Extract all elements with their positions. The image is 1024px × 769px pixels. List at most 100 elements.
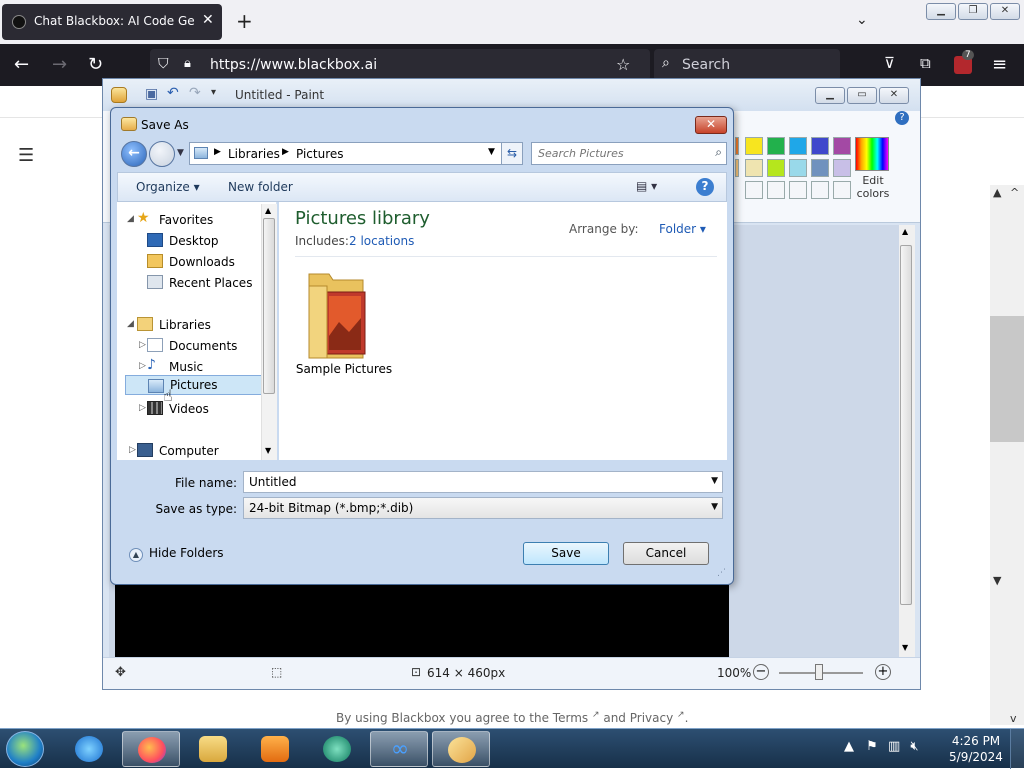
taskbar-internet-explorer[interactable] — [60, 731, 118, 767]
resize-grip-icon[interactable]: ⋰ — [717, 568, 726, 578]
refresh-icon[interactable]: ⇆ — [501, 142, 523, 165]
paint-close-button[interactable]: ✕ — [879, 87, 909, 104]
expand-triangle-icon[interactable]: ▷ — [129, 445, 136, 455]
pocket-icon[interactable]: ⊽ — [884, 54, 895, 72]
show-hidden-icons-icon[interactable]: ▲ — [844, 739, 854, 754]
nav-pane-scroll-thumb[interactable] — [263, 218, 275, 394]
color-swatch-empty[interactable] — [811, 181, 829, 199]
file-name-field[interactable]: Untitled ▼ — [243, 471, 723, 493]
nav-computer[interactable]: Computer — [137, 441, 257, 461]
save-as-type-select[interactable]: 24-bit Bitmap (*.bmp;*.dib) ▼ — [243, 497, 723, 519]
new-folder-button[interactable]: New folder — [228, 180, 293, 194]
palette-swatch[interactable] — [735, 137, 739, 155]
arrange-by-dropdown[interactable]: Folder ▾ — [659, 222, 706, 236]
scroll-down-icon[interactable]: ▼ — [993, 574, 1001, 587]
breadcrumb[interactable]: ▶ Libraries ▶ Pictures ▼ — [189, 142, 503, 165]
color-swatch-yellow[interactable] — [745, 137, 763, 155]
network-icon[interactable]: ▥ — [888, 739, 900, 754]
color-swatch-blue-gray[interactable] — [811, 159, 829, 177]
sample-pictures-folder-icon[interactable] — [303, 266, 371, 362]
color-swatch-light-turquoise[interactable] — [789, 159, 807, 177]
browser-tab[interactable]: Chat Blackbox: AI Code Genera ✕ — [2, 4, 222, 40]
color-swatch-indigo[interactable] — [811, 137, 829, 155]
hide-folders-button[interactable]: Hide Folders — [149, 546, 224, 560]
color-swatch-green[interactable] — [767, 137, 785, 155]
scroll-up-icon[interactable]: ▲ — [265, 206, 271, 215]
expand-triangle-icon[interactable]: ▷ — [139, 340, 146, 350]
start-button[interactable] — [6, 731, 44, 767]
action-center-flag-icon[interactable]: ⚑ — [866, 739, 878, 754]
forward-arrow-icon[interactable]: → — [52, 54, 67, 75]
breadcrumb-libraries[interactable]: Libraries — [228, 147, 280, 161]
color-swatch-purple[interactable] — [833, 137, 851, 155]
change-view-icon[interactable]: ▤ ▾ — [636, 179, 657, 193]
page-menu-icon[interactable]: ☰ — [18, 145, 34, 166]
paint-app-icon[interactable] — [111, 87, 127, 103]
color-swatch-empty[interactable] — [767, 181, 785, 199]
close-tab-icon[interactable]: ✕ — [202, 12, 214, 28]
taskbar-app-infinity[interactable]: ∞ — [370, 731, 428, 767]
taskbar-firefox[interactable] — [122, 731, 180, 767]
collapse-triangle-icon[interactable]: ◢ — [127, 214, 134, 224]
organize-button[interactable]: Organize ▾ — [136, 180, 200, 194]
hide-folders-icon[interactable]: ▲ — [129, 548, 143, 562]
nav-pictures[interactable]: Pictures — [125, 375, 265, 395]
paint-help-icon[interactable]: ? — [895, 111, 909, 125]
zoom-out-icon[interactable]: − — [753, 664, 769, 680]
paint-minimize-button[interactable]: ▁ — [815, 87, 845, 104]
zoom-in-icon[interactable]: + — [875, 664, 891, 680]
taskbar-app-green[interactable] — [308, 731, 366, 767]
clock[interactable]: 4:26 PM 5/9/2024 — [948, 733, 1004, 765]
recent-locations-icon[interactable]: ▼ — [177, 148, 184, 158]
page-scrollbar[interactable] — [990, 185, 1024, 725]
url-bar[interactable]: ⛉ 🔒︎ https://www.blackbox.ai ☆ — [150, 49, 650, 81]
chevron-down-icon[interactable]: ▼ — [488, 147, 495, 157]
page-scroll-up-arrow-icon[interactable]: ^ — [1010, 186, 1019, 199]
edit-colors-label[interactable]: Edit colors — [847, 174, 899, 200]
nav-favorites[interactable]: ★ Favorites — [137, 210, 257, 230]
undo-icon[interactable]: ↶ — [167, 85, 179, 101]
paint-maximize-button[interactable]: ▭ — [847, 87, 877, 104]
scroll-down-icon[interactable]: ▼ — [902, 643, 908, 652]
footer-privacy[interactable]: and Privacy — [603, 711, 673, 725]
close-window-button[interactable]: ✕ — [990, 3, 1020, 20]
nav-downloads[interactable]: Downloads — [147, 252, 257, 272]
color-swatch-light-yellow[interactable] — [745, 159, 763, 177]
breadcrumb-separator-icon[interactable]: ▶ — [214, 147, 221, 157]
color-swatch-turquoise[interactable] — [789, 137, 807, 155]
scroll-down-icon[interactable]: ▼ — [265, 446, 271, 455]
paint-scroll-thumb[interactable] — [900, 245, 912, 605]
expand-triangle-icon[interactable]: ▷ — [139, 361, 146, 371]
extensions-icon[interactable]: ⧉ — [920, 54, 931, 72]
back-button[interactable]: ← — [121, 141, 147, 167]
menu-icon[interactable]: ≡ — [992, 54, 1007, 75]
back-arrow-icon[interactable]: ← — [14, 54, 29, 75]
shield-icon[interactable]: ⛉ — [158, 56, 169, 72]
taskbar-paint[interactable] — [432, 731, 490, 767]
list-all-tabs-icon[interactable]: ⌄ — [856, 12, 868, 28]
paint-canvas[interactable] — [115, 585, 729, 657]
help-icon[interactable]: ? — [696, 178, 714, 196]
search-pictures-input[interactable] — [536, 145, 704, 162]
breadcrumb-separator-icon[interactable]: ▶ — [282, 147, 289, 157]
lock-icon[interactable]: 🔒︎ — [184, 56, 191, 71]
search-icon[interactable]: ⌕ — [715, 145, 722, 160]
color-swatch-empty[interactable] — [789, 181, 807, 199]
taskbar-explorer[interactable] — [184, 731, 242, 767]
show-desktop-button[interactable] — [1010, 729, 1024, 769]
nav-desktop[interactable]: Desktop — [147, 231, 257, 251]
paint-vertical-scrollbar[interactable]: ▲ ▼ — [899, 225, 915, 657]
browser-search-box[interactable]: ⌕ Search — [654, 49, 840, 81]
restore-window-button[interactable]: ❐ — [958, 3, 988, 20]
scroll-up-icon[interactable]: ▲ — [993, 186, 1001, 199]
breadcrumb-pictures[interactable]: Pictures — [296, 147, 344, 161]
collapse-triangle-icon[interactable]: ◢ — [127, 319, 134, 329]
color-swatch-empty[interactable] — [745, 181, 763, 199]
reload-icon[interactable]: ↻ — [88, 54, 103, 75]
sample-pictures-label[interactable]: Sample Pictures — [287, 362, 401, 376]
zoom-slider-thumb[interactable] — [815, 664, 823, 680]
file-name-value[interactable]: Untitled — [249, 475, 296, 489]
quick-access-dropdown-icon[interactable]: ▾ — [211, 87, 216, 98]
forward-button[interactable] — [149, 141, 175, 167]
edit-colors-icon[interactable] — [855, 137, 889, 171]
